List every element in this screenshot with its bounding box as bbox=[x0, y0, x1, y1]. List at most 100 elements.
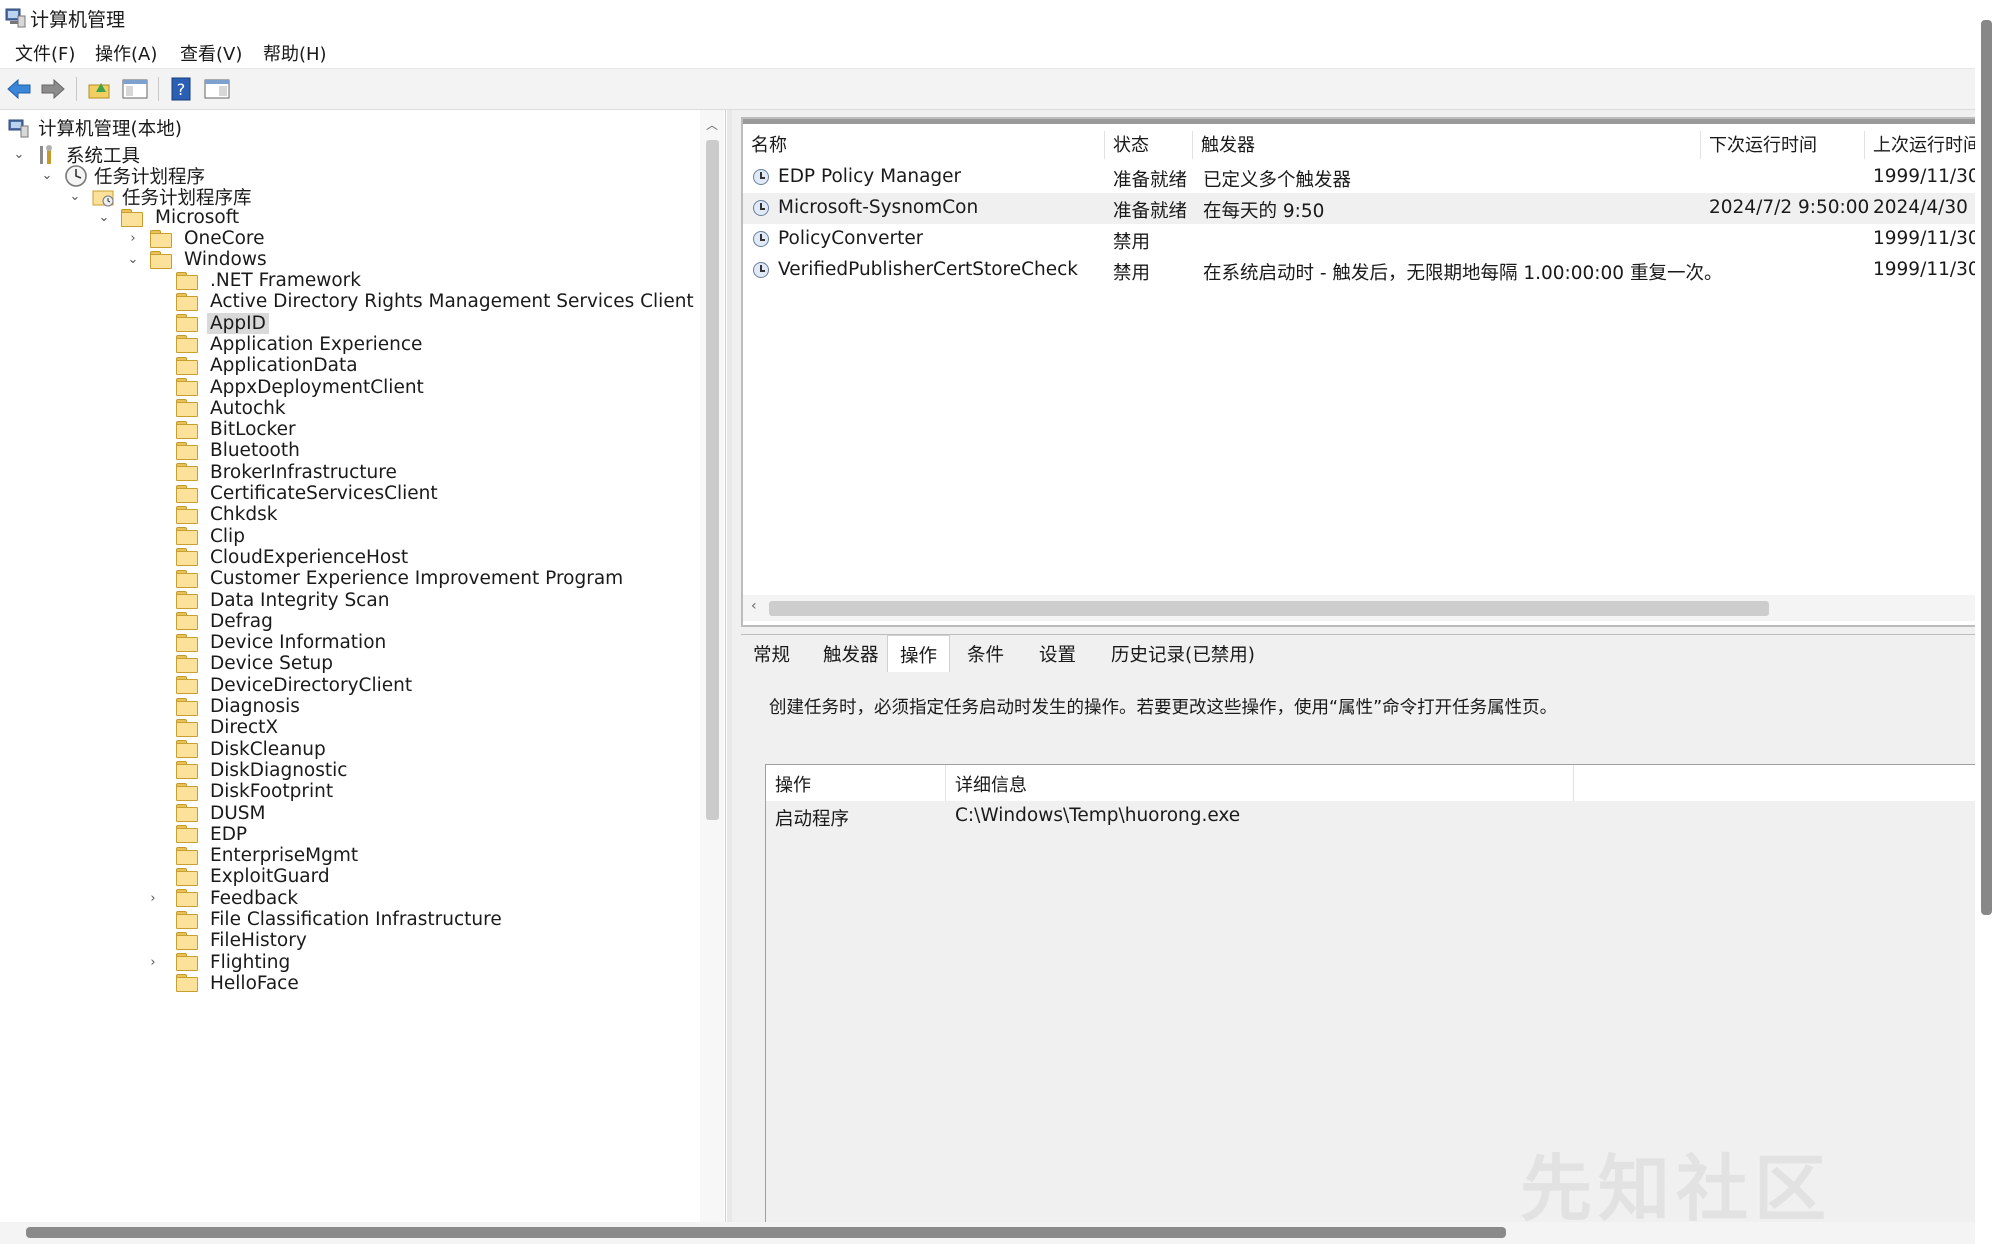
menu-bar: 文件(F) 操作(A) 查看(V) 帮助(H) bbox=[0, 36, 1975, 69]
column-header-last-run[interactable]: 上次运行时间 bbox=[1865, 131, 1977, 159]
task-clock-icon bbox=[753, 200, 769, 216]
folder-icon bbox=[176, 399, 198, 418]
chevron-down-icon[interactable]: ⌄ bbox=[68, 189, 82, 204]
task-status: 准备就绪 bbox=[1113, 170, 1188, 191]
folder-icon bbox=[176, 718, 198, 737]
task-last-run: 1999/11/30 bbox=[1873, 259, 1977, 280]
task-trigger: 在每天的 9:50 bbox=[1203, 201, 1325, 222]
scrollbar-thumb[interactable] bbox=[26, 1227, 1506, 1238]
tree-vertical-scrollbar[interactable]: ︿ bbox=[700, 110, 724, 1222]
action-detail[interactable]: C:\Windows\Temp\huorong.exe bbox=[955, 805, 1240, 837]
task-trigger: 已定义多个触发器 bbox=[1203, 170, 1352, 191]
tree-label: HelloFace bbox=[210, 972, 299, 994]
task-last-run: 2024/4/30 1 bbox=[1873, 197, 1977, 218]
scroll-up-icon[interactable]: ︿ bbox=[706, 116, 718, 133]
scroll-left-icon[interactable]: ‹ bbox=[751, 598, 757, 614]
chevron-down-icon[interactable]: ⌄ bbox=[40, 168, 54, 183]
tab-triggers[interactable]: 触发器 bbox=[811, 637, 891, 670]
chevron-right-icon[interactable]: › bbox=[146, 955, 160, 970]
tab-history[interactable]: 历史记录(已禁用) bbox=[1099, 637, 1267, 670]
toolbar-separator bbox=[76, 77, 77, 101]
folder-icon bbox=[176, 867, 198, 886]
folder-icon bbox=[176, 463, 198, 482]
task-name: PolicyConverter bbox=[778, 228, 924, 249]
task-row[interactable]: VerifiedPublisherCertStoreCheck 禁用 在系统启动… bbox=[743, 255, 1977, 286]
forward-button[interactable] bbox=[38, 74, 68, 104]
folder-icon bbox=[176, 931, 198, 950]
folder-icon bbox=[176, 484, 198, 503]
task-status: 禁用 bbox=[1113, 232, 1151, 253]
tab-settings[interactable]: 设置 bbox=[1027, 637, 1088, 670]
column-header-name[interactable]: 名称 bbox=[743, 131, 1105, 159]
folder-icon bbox=[176, 846, 198, 865]
back-button[interactable] bbox=[4, 74, 34, 104]
folder-icon bbox=[176, 527, 198, 546]
folder-icon bbox=[176, 335, 198, 354]
action-type[interactable]: 启动程序 bbox=[775, 805, 849, 837]
scrollbar-thumb[interactable] bbox=[769, 601, 1769, 616]
folder-icon bbox=[176, 889, 198, 908]
task-trigger: 在系统启动时 - 触发后，无限期地每隔 1.00:00:00 重复一次。 bbox=[1203, 263, 1723, 284]
scrollbar-thumb[interactable] bbox=[706, 140, 719, 820]
help-button[interactable]: ? bbox=[166, 74, 196, 104]
folder-icon bbox=[176, 271, 198, 290]
tab-conditions[interactable]: 条件 bbox=[955, 637, 1016, 670]
chevron-right-icon[interactable]: › bbox=[126, 231, 140, 246]
folder-icon bbox=[176, 314, 198, 333]
folder-icon bbox=[176, 761, 198, 780]
chevron-down-icon[interactable]: ⌄ bbox=[97, 210, 111, 225]
tree-node-folder[interactable]: HelloFace bbox=[154, 970, 299, 997]
folder-icon bbox=[176, 441, 198, 460]
task-row[interactable]: PolicyConverter 禁用 1999/11/30 bbox=[743, 224, 1977, 255]
menu-help[interactable]: 帮助(H) bbox=[259, 40, 331, 66]
menu-action[interactable]: 操作(A) bbox=[91, 40, 161, 66]
actions-description: 创建任务时，必须指定任务启动时发生的操作。若要更改这些操作，使用“属性”命令打开… bbox=[769, 698, 1558, 718]
tab-general[interactable]: 常规 bbox=[741, 637, 802, 670]
menu-view[interactable]: 查看(V) bbox=[176, 40, 246, 66]
task-name: Microsoft-SysnomCon bbox=[778, 197, 979, 218]
console-tree: 计算机管理(本地) ⌄ 系统工具 ⌄ 任务计划程序 ⌄ 任务计划程序库 ⌄ Mi… bbox=[0, 110, 726, 1222]
tree-label: 计算机管理(本地) bbox=[38, 118, 182, 140]
column-header-trigger[interactable]: 触发器 bbox=[1193, 131, 1701, 159]
folder-icon bbox=[176, 633, 198, 652]
scrollbar-thumb[interactable] bbox=[1981, 20, 1992, 915]
folder-icon bbox=[176, 548, 198, 567]
show-hide-console-tree-button[interactable] bbox=[120, 74, 150, 104]
folder-icon bbox=[176, 591, 198, 609]
menu-file[interactable]: 文件(F) bbox=[11, 40, 79, 66]
tab-actions[interactable]: 操作 bbox=[887, 635, 951, 674]
chevron-down-icon[interactable]: ⌄ bbox=[12, 147, 26, 162]
task-list-horizontal-scrollbar[interactable]: ‹ bbox=[743, 595, 1977, 621]
task-row[interactable]: EDP Policy Manager 准备就绪 已定义多个触发器 1999/11… bbox=[743, 162, 1977, 193]
folder-icon bbox=[176, 974, 198, 993]
task-list: 名称 状态 触发器 下次运行时间 上次运行时间 EDP Policy Manag… bbox=[741, 117, 1977, 627]
console-tree-icon bbox=[122, 79, 148, 99]
task-name: VerifiedPublisherCertStoreCheck bbox=[778, 259, 1079, 280]
task-status: 准备就绪 bbox=[1113, 201, 1188, 222]
folder-icon bbox=[176, 740, 198, 759]
watermark: 先知社区 bbox=[1520, 1147, 1833, 1231]
column-header-status[interactable]: 状态 bbox=[1105, 131, 1193, 159]
tree-label: Active Directory Rights Management Servi… bbox=[210, 291, 694, 313]
task-row[interactable]: Microsoft-SysnomCon 准备就绪 在每天的 9:50 2024/… bbox=[743, 193, 1977, 224]
column-header-action[interactable]: 操作 bbox=[766, 765, 946, 801]
folder-icon bbox=[176, 804, 198, 822]
folder-icon bbox=[176, 420, 198, 439]
window-title: 计算机管理 bbox=[30, 9, 126, 31]
window-vertical-scrollbar[interactable] bbox=[1975, 0, 1998, 1244]
column-header-detail[interactable]: 详细信息 bbox=[946, 765, 1574, 801]
folder-icon bbox=[176, 782, 198, 801]
list-header-bar bbox=[743, 119, 1977, 124]
chevron-down-icon[interactable]: ⌄ bbox=[126, 252, 140, 267]
folder-icon bbox=[176, 676, 198, 695]
detail-tabs: 常规 触发器 操作 条件 设置 历史记录(已禁用) bbox=[741, 634, 1975, 674]
column-header-next-run[interactable]: 下次运行时间 bbox=[1701, 131, 1865, 159]
chevron-right-icon[interactable]: › bbox=[146, 891, 160, 906]
show-hide-action-pane-button[interactable] bbox=[202, 74, 232, 104]
up-level-button[interactable] bbox=[84, 74, 114, 104]
folder-icon bbox=[176, 612, 198, 631]
task-clock-icon bbox=[753, 231, 769, 247]
tree-node-root[interactable]: 计算机管理(本地) bbox=[8, 114, 182, 141]
svg-text:?: ? bbox=[177, 80, 186, 99]
task-name: EDP Policy Manager bbox=[778, 166, 962, 187]
